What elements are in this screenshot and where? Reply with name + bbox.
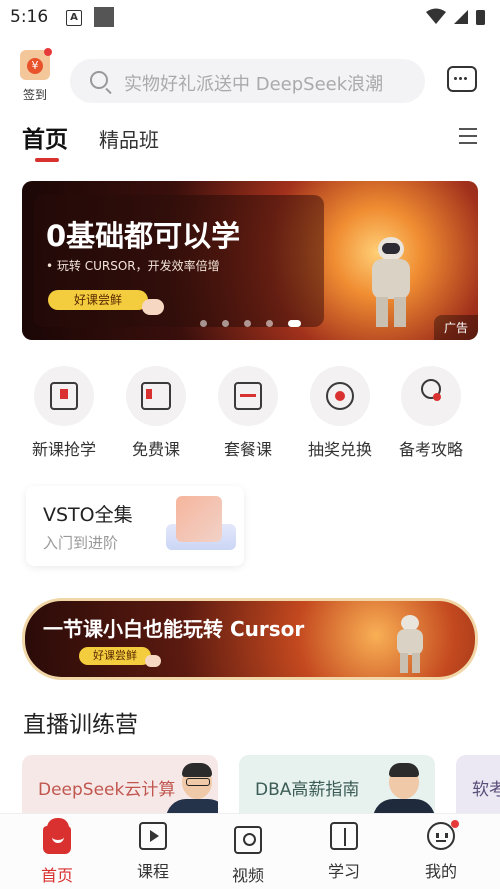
ad-label: 广告 xyxy=(433,315,478,340)
cube-icon xyxy=(176,496,222,542)
vsto-course-card[interactable]: VSTO全集 入门到进阶 xyxy=(26,486,244,566)
nav-home[interactable]: 首页 xyxy=(7,814,107,889)
quick-action-exam-guide[interactable]: 备考攻略 xyxy=(386,366,476,460)
vsto-title: VSTO全集 xyxy=(43,504,133,526)
book-icon xyxy=(330,822,358,850)
nav-study[interactable]: 学习 xyxy=(294,814,394,889)
quick-action-lottery[interactable]: 抽奖兑换 xyxy=(295,366,385,460)
promo-strip-title: 一节课小白也能玩转 Cursor xyxy=(43,617,305,641)
live-card-title: DBA高薪指南 xyxy=(255,780,360,800)
nav-videos[interactable]: 视频 xyxy=(198,814,298,889)
search-icon xyxy=(90,71,108,89)
banner-try-button[interactable]: 好课尝鲜 xyxy=(48,290,148,310)
folder-package-icon xyxy=(218,366,278,426)
live-card-title: 软考 xyxy=(472,780,500,800)
quick-action-packages[interactable]: 套餐课 xyxy=(203,366,293,460)
astronaut-illustration xyxy=(395,615,425,675)
user-guide-icon xyxy=(401,366,461,426)
cursor-promo-banner[interactable]: 一节课小白也能玩转 Cursor 好课尝鲜 xyxy=(22,598,478,680)
checkin-button[interactable]: ¥ 签到 xyxy=(18,48,52,104)
promo-strip-button[interactable]: 好课尝鲜 xyxy=(79,647,151,665)
search-placeholder: 实物好礼派送中 DeepSeek浪潮 xyxy=(124,74,384,95)
profile-face-icon xyxy=(427,820,459,850)
checkin-label: 签到 xyxy=(22,88,47,102)
nav-label: 学习 xyxy=(327,862,360,881)
tab-home[interactable]: 首页 xyxy=(22,120,68,154)
promo-banner[interactable]: 0基础都可以学 • 玩转 CURSOR，开发效率倍增 好课尝鲜 广告 xyxy=(22,181,478,340)
play-icon xyxy=(139,822,167,850)
astronaut-illustration xyxy=(370,237,414,327)
a-notification-icon: A xyxy=(66,10,82,26)
pointer-hand-icon xyxy=(142,299,164,315)
instructor-photo xyxy=(162,761,218,815)
quick-action-label: 抽奖兑换 xyxy=(307,440,372,459)
video-camera-icon xyxy=(234,826,262,854)
tab-active-indicator xyxy=(35,158,59,162)
banner-title: 0基础都可以学 xyxy=(46,219,241,253)
live-card-deepseek[interactable]: DeepSeek云计算 xyxy=(22,755,218,815)
quick-action-free-courses[interactable]: 免费课 xyxy=(111,366,201,460)
vsto-subtitle: 入门到进阶 xyxy=(43,534,119,552)
notification-dot xyxy=(451,820,459,828)
nav-label: 课程 xyxy=(136,862,169,881)
coin-icon: ¥ xyxy=(27,58,43,74)
nav-label: 首页 xyxy=(40,866,73,885)
system-status-icons xyxy=(426,8,485,25)
lottery-icon xyxy=(310,366,370,426)
nav-courses[interactable]: 课程 xyxy=(103,814,203,889)
bookmark-book-icon xyxy=(34,366,94,426)
live-card-title: DeepSeek云计算 xyxy=(38,780,176,800)
pointer-hand-icon xyxy=(145,655,161,667)
live-section-title: 直播训练营 xyxy=(23,712,138,738)
nav-label: 视频 xyxy=(231,866,264,885)
calendar-icon: ¥ xyxy=(20,48,52,80)
quick-action-label: 备考攻略 xyxy=(398,440,463,459)
nav-profile[interactable]: 我的 xyxy=(391,814,491,889)
home-icon xyxy=(43,826,71,854)
instructor-photo xyxy=(369,761,435,815)
quick-action-new-courses[interactable]: 新课抢学 xyxy=(19,366,109,460)
search-bar[interactable]: 实物好礼派送中 DeepSeek浪潮 xyxy=(70,59,425,103)
live-card-ruankao[interactable]: 软考 xyxy=(456,755,500,815)
message-icon[interactable] xyxy=(447,66,477,92)
live-card-dba[interactable]: DBA高薪指南 xyxy=(239,755,435,815)
status-bar: 5:16 A xyxy=(0,0,500,34)
menu-icon[interactable] xyxy=(459,128,477,149)
square-notification-icon xyxy=(94,7,114,27)
notification-dot xyxy=(44,48,52,56)
nav-label: 我的 xyxy=(424,862,457,881)
quick-action-label: 套餐课 xyxy=(223,440,272,459)
status-time: 5:16 xyxy=(10,7,49,27)
tab-premium-class[interactable]: 精品班 xyxy=(99,124,159,153)
banner-subtitle: • 玩转 CURSOR，开发效率倍增 xyxy=(46,259,220,273)
bottom-navigation: 首页 课程 视频 学习 我的 xyxy=(0,813,500,889)
quick-action-label: 免费课 xyxy=(131,440,180,459)
quick-action-label: 新课抢学 xyxy=(31,440,96,459)
open-book-icon xyxy=(126,366,186,426)
